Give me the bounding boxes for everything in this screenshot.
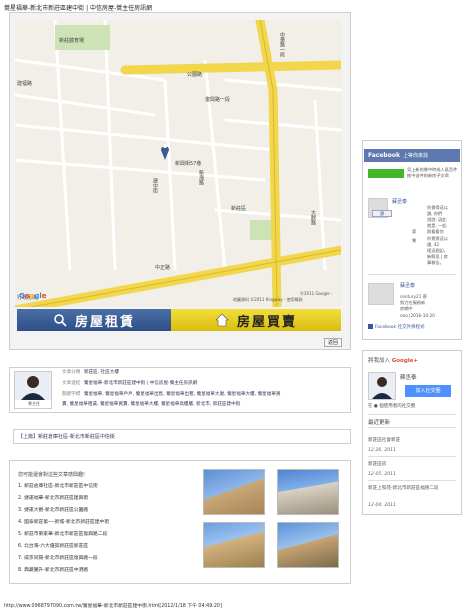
divider xyxy=(368,456,456,457)
facebook-footer[interactable]: Facebook 社交外掛程式 xyxy=(368,324,425,330)
related-post-item[interactable]: 3. 捷運大觀-新北市新莊區公園路 xyxy=(18,505,109,517)
house-rent-banner[interactable]: 房屋租賃 xyxy=(17,309,171,331)
building-thumbnail-3[interactable] xyxy=(203,522,265,568)
author-avatar: 鶯主任 xyxy=(14,371,52,409)
divider xyxy=(368,480,456,481)
house-rent-label: 房屋租賃 xyxy=(74,314,135,330)
gplus-header: 將我加入 Google+ xyxy=(368,356,418,364)
gplus-footer: 在 ● 個使用者的社交圈 xyxy=(368,404,416,409)
recent-item[interactable]: 新莊區社會新莊 xyxy=(368,437,400,443)
meta-tags: 關鍵字標 鶯星福華, 鶯星福華戶戶, 鶯星福華出售, 鶯星福華出租, 鶯星福華大… xyxy=(62,391,281,397)
map-copyright-1: ©2011 Google - xyxy=(300,291,333,296)
gplus-avatar[interactable] xyxy=(368,372,396,400)
related-post-item[interactable]: 1. 新莊倉庫社區-新北市新莊區中信街 xyxy=(18,481,109,493)
meta-category-label: 文章分類 xyxy=(62,370,81,375)
related-post-item[interactable]: 2. 捷運福華-新北市新莊區建興街 xyxy=(18,493,109,505)
related-posts-list: 1. 新莊倉庫社區-新北市新莊區中信街 2. 捷運福華-新北市新莊區建興街 3.… xyxy=(18,481,109,577)
recent-item[interactable]: 新莊區房 xyxy=(368,461,386,467)
recent-item[interactable]: 新莊上和苑-新北市新莊區福德二段 xyxy=(368,485,456,491)
recent-date: 12-04, 2011 xyxy=(368,503,396,508)
meta-tags-label: 關鍵字標 xyxy=(62,392,81,397)
facebook-header-sub: 上等你來找 xyxy=(402,153,428,159)
map-label-park: 新莊體育場 xyxy=(59,38,85,44)
meta-title: 文章連結 鶯星福華-新北市新莊區建中街 | 中信房屋-鶯主任房訊網 xyxy=(62,380,197,386)
facebook-like-page-button[interactable] xyxy=(368,169,404,178)
facebook-f-icon xyxy=(368,324,373,329)
recent-date: 12-26, 2011 xyxy=(368,448,396,453)
building-thumbnail-2[interactable] xyxy=(277,469,339,515)
building-thumbnail-1[interactable] xyxy=(203,469,265,515)
fb-person2-name[interactable]: 蘇丞泰 xyxy=(400,282,415,289)
facebook-header[interactable]: Facebook 上等你來找 xyxy=(364,149,460,162)
fb-person2-avatar[interactable] xyxy=(368,283,394,305)
avatar-icon xyxy=(369,373,395,399)
gplus-prefix: 將我加入 xyxy=(368,358,391,364)
map[interactable]: 新莊體育場 公園路 中正路 中華路一段 新興街57巷 建中街 新海路 新莊區 行… xyxy=(15,20,341,307)
facebook-header-title: Facebook xyxy=(368,152,400,159)
google-logo[interactable]: Google xyxy=(19,292,47,300)
map-label-north: 大觀路 xyxy=(310,210,316,225)
page-title: 鶯星福華-新北市新莊區建中街 | 中信房屋-鶯主任房訊網 xyxy=(4,5,153,12)
map-label-jianzhong: 建中街 xyxy=(152,178,158,193)
meta-title-label: 文章連結 xyxy=(62,381,81,386)
map-label-jianfu: 建福路 xyxy=(17,81,33,87)
facebook-desc: 見上新的鶯中時成人區音件推中送件的新房子文章 xyxy=(407,167,458,178)
previous-post-link[interactable]: 新莊倉庫社區-新北市新莊區中信街 xyxy=(38,434,115,440)
map-copyright-2[interactable]: 地圖資料 ©2011 Kingway - 使用條款 xyxy=(233,297,303,303)
page-footer-url: http://www.0968797090.com.tw/鶯星福華-新北市新莊區… xyxy=(4,604,222,609)
fb-person2-line: noo |2016-10-20 xyxy=(400,313,435,318)
facebook-footer-text: Facebook 社交外掛程式 xyxy=(375,325,425,330)
meta-category-link[interactable]: 新莊區, 社區大樓 xyxy=(84,370,119,375)
fb-post-right: 萊 xyxy=(412,229,417,234)
divider xyxy=(368,427,456,428)
previous-post-label: 【上篇】 xyxy=(18,434,39,440)
recent-updates-title: 最近更新 xyxy=(368,420,391,426)
meta-tags-cont: 賣, 鶯星福華租賃, 鶯星福華買賣, 鶯星福華大樓, 鶯星福華高樓層, 新北市,… xyxy=(62,401,240,407)
meta-category: 文章分類 新莊區, 社區大樓 xyxy=(62,369,119,375)
divider xyxy=(368,414,456,415)
house-buy-banner[interactable]: 房屋買賣 xyxy=(171,309,341,331)
house-icon xyxy=(215,313,229,327)
map-label-street57: 新興街57巷 xyxy=(175,161,202,167)
related-post-item[interactable]: 6. 北台灣-六大優質新莊區新莊區 xyxy=(18,541,109,553)
recent-date: 12-05, 2011 xyxy=(368,472,396,477)
meta-title-link[interactable]: 鶯星福華-新北市新莊區建中街 | 中信房屋-鶯主任房訊網 xyxy=(84,381,197,386)
map-label-gongyuan: 公園路 xyxy=(187,72,203,78)
map-label-zhongzheng: 中正路 xyxy=(155,265,171,271)
back-button[interactable]: 返回 xyxy=(324,338,342,347)
gplus-brand: Google+ xyxy=(391,358,418,364)
map-label-fuxing: 復興路一段 xyxy=(205,97,231,103)
related-post-item[interactable]: 5. 新莊市東家華-新北市新莊區復興路二段 xyxy=(18,529,109,541)
gplus-add-to-circles-button[interactable]: 加入社交圈 xyxy=(405,385,451,397)
gplus-name[interactable]: 蘇丞泰 xyxy=(400,373,417,381)
related-post-item[interactable]: 4. 國泰新莊第一-新城-新北市新莊區建中街 xyxy=(18,517,109,529)
map-label-zhonghua: 中華路一段 xyxy=(279,32,285,57)
previous-post-link-box[interactable]: 【上篇】新莊倉庫社區-新北市新莊區中信街 xyxy=(13,429,351,444)
fb-post-right: 鶯 xyxy=(412,238,417,243)
map-label-district: 新莊區 xyxy=(231,206,247,212)
fb-person1-name[interactable]: 蘇丞泰 xyxy=(392,198,407,205)
related-post-item[interactable]: 7. 威京同揚-新北市新莊區復興路一段 xyxy=(18,553,109,565)
map-label-xinhai: 新海路 xyxy=(198,170,204,185)
house-buy-label: 房屋買賣 xyxy=(236,314,297,330)
related-post-item[interactable]: 8. 典藏麗升-新北市新莊區中港路 xyxy=(18,565,109,577)
related-posts-title: 您可能還會對這些文章感興趣! xyxy=(18,472,86,478)
fb-post-line: 照看看你 xyxy=(427,229,444,234)
fb-person2-line: 房網中 xyxy=(400,306,413,311)
building-thumbnail-4[interactable] xyxy=(277,522,339,568)
divider xyxy=(368,274,456,275)
author-name: 鶯主任 xyxy=(28,401,40,406)
avatar-icon xyxy=(15,372,51,400)
magnifier-icon xyxy=(54,314,67,327)
meta-tags-line1[interactable]: 鶯星福華, 鶯星福華戶戶, 鶯星福華出售, 鶯星福華出租, 鶯星福華大廈, 鶯星… xyxy=(84,392,281,397)
fb-post-line: 事報告。 xyxy=(427,260,444,265)
fb-like-button[interactable]: 讚 xyxy=(372,210,392,217)
meta-tags-line2[interactable]: 賣, 鶯星福華租賃, 鶯星福華買賣, 鶯星福華大樓, 鶯星福華高樓層, 新北市,… xyxy=(62,402,240,407)
